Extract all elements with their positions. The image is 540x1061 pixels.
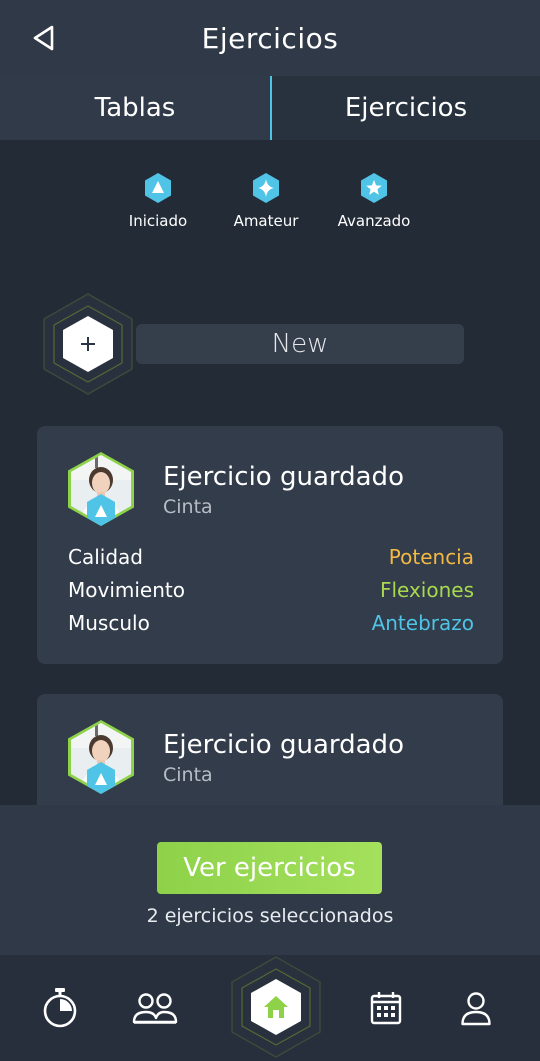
- nav-profile[interactable]: [456, 987, 496, 1031]
- home-icon: [231, 956, 321, 1058]
- level-iniciado: Iniciado: [108, 172, 208, 230]
- card-subtitle: Cinta: [163, 764, 213, 786]
- group-icon: [132, 993, 178, 1024]
- level-avanzado: Avanzado: [324, 172, 424, 230]
- calendar-icon: [370, 992, 402, 1025]
- selected-count-text: 2 ejercicios seleccionados: [146, 905, 394, 927]
- star-icon: [361, 173, 387, 203]
- attribute-label: Musculo: [68, 611, 150, 635]
- tab-bar: Tablas Ejercicios: [0, 76, 540, 140]
- attribute-row: Movimiento Flexiones: [68, 578, 474, 602]
- stopwatch-icon: [43, 988, 77, 1028]
- triangle-icon: [145, 173, 171, 203]
- avatar: [68, 720, 134, 794]
- nav-timer[interactable]: [38, 985, 82, 1029]
- add-exercise-button[interactable]: [40, 292, 136, 396]
- card-subtitle: Cinta: [163, 496, 213, 518]
- view-exercises-button[interactable]: Ver ejercicios: [157, 842, 382, 894]
- level-legend: Iniciado Amateur Avanzado: [0, 172, 540, 242]
- attribute-label: Movimiento: [68, 578, 185, 602]
- level-amateur: Amateur: [216, 172, 316, 230]
- sparkle-icon: [253, 173, 279, 203]
- card-title: Ejercicio guardado: [163, 730, 404, 760]
- card-title: Ejercicio guardado: [163, 462, 404, 492]
- new-exercise-bar[interactable]: New: [136, 324, 464, 364]
- profile-icon: [461, 992, 491, 1026]
- bottom-nav: [0, 955, 540, 1061]
- page-title: Ejercicios: [201, 21, 339, 55]
- attribute-value: Flexiones: [379, 578, 474, 602]
- new-exercise-row: New: [40, 292, 470, 396]
- exercise-card[interactable]: Ejercicio guardado Cinta Calidad Potenci…: [37, 426, 503, 664]
- app-header: Ejercicios: [0, 0, 540, 76]
- back-triangle-icon: [33, 25, 54, 51]
- tab-ejercicios[interactable]: Ejercicios: [270, 76, 540, 140]
- level-label: Amateur: [233, 212, 299, 230]
- attribute-value: Potencia: [388, 545, 474, 569]
- tab-tablas[interactable]: Tablas: [0, 76, 270, 140]
- nav-calendar[interactable]: [366, 987, 406, 1029]
- back-button[interactable]: [28, 22, 60, 54]
- attribute-label: Calidad: [68, 545, 143, 569]
- nav-home[interactable]: [228, 955, 324, 1061]
- selection-panel: Ver ejercicios 2 ejercicios seleccionado…: [0, 805, 540, 955]
- attribute-value: Antebrazo: [371, 611, 474, 635]
- level-label: Avanzado: [337, 212, 411, 230]
- nav-group[interactable]: [130, 989, 180, 1029]
- attribute-row: Musculo Antebrazo: [68, 611, 474, 635]
- avatar: [68, 452, 134, 526]
- attribute-row: Calidad Potencia: [68, 545, 474, 569]
- level-label: Iniciado: [128, 212, 188, 230]
